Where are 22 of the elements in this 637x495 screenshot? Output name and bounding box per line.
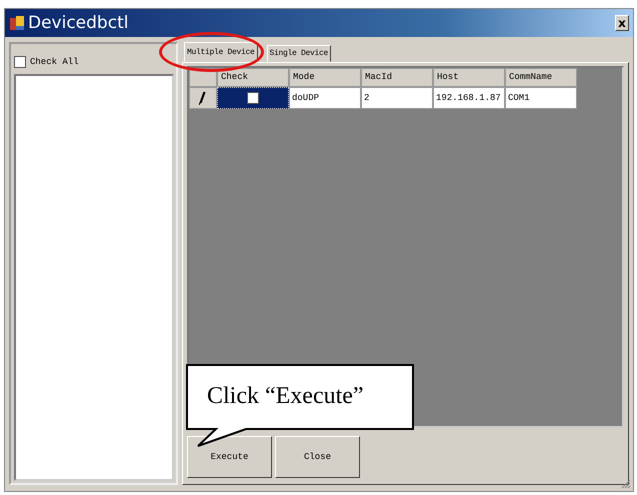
check-all-checkbox[interactable]: Check All — [14, 54, 174, 70]
row-checkbox[interactable] — [247, 92, 259, 104]
column-header[interactable]: MacId — [361, 68, 433, 87]
tab[interactable]: Multiple Device — [184, 42, 258, 62]
action-button[interactable]: Execute — [187, 436, 272, 478]
tab[interactable]: Single Device — [266, 45, 332, 62]
column-header[interactable]: Mode — [289, 68, 361, 87]
row-header[interactable] — [189, 87, 217, 109]
table-cell: 192.168.1.87 — [433, 87, 505, 109]
table-cell: doUDP — [289, 87, 361, 109]
column-header[interactable]: Host — [433, 68, 505, 87]
app-icon — [9, 15, 25, 31]
resize-grip-icon[interactable] — [621, 479, 631, 489]
table-cell: COM1 — [505, 87, 577, 109]
check-cell[interactable] — [217, 87, 289, 109]
column-header[interactable]: Check — [217, 68, 289, 87]
window-close-button[interactable]: x — [615, 15, 629, 31]
column-header[interactable]: CommName — [505, 68, 577, 87]
table-cell: 2 — [361, 87, 433, 109]
window-title: Devicedbctl — [28, 13, 130, 33]
action-button[interactable]: Close — [275, 436, 360, 478]
callout-text: Click “Execute” — [207, 383, 364, 410]
